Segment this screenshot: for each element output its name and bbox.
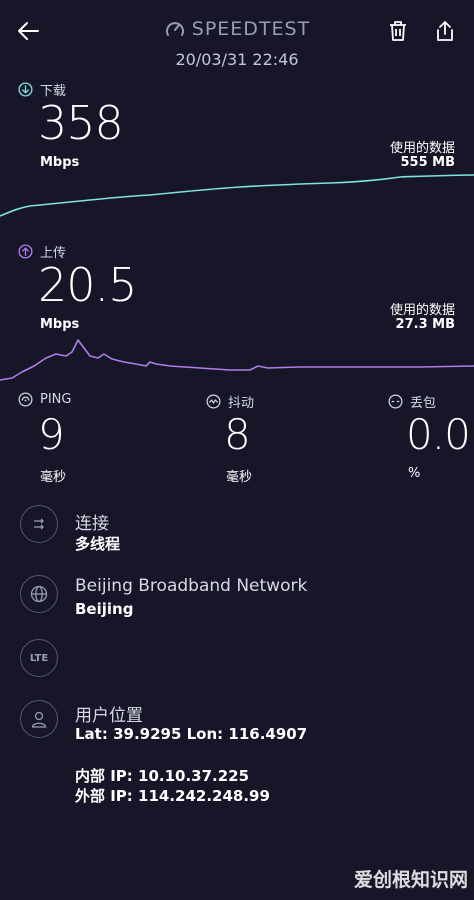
user-icon: [31, 711, 47, 728]
upload-graph: [0, 339, 474, 381]
provider-location: Beijing: [75, 600, 134, 618]
trash-icon: [390, 21, 406, 41]
ping-label: PING: [40, 392, 72, 407]
ping-value: 9: [38, 410, 65, 459]
connection-icon-circle: [20, 505, 58, 543]
share-icon: [437, 21, 453, 41]
ping-icon: [18, 392, 33, 407]
connection-label: 连接: [75, 514, 109, 534]
download-arrow-icon: [18, 82, 33, 97]
connection-value: 多线程: [75, 535, 121, 553]
multi-thread-icon: [34, 518, 44, 530]
watermark-text: 爱创根知识网: [353, 869, 468, 891]
network-type-circle: LTE: [20, 639, 58, 677]
jitter-unit: 毫秒: [226, 470, 253, 485]
jitter-label-row: 抖动: [206, 392, 254, 411]
loss-label-row: 丢包: [388, 392, 436, 411]
user-coordinates: Lat: 39.9295 Lon: 116.4907: [75, 725, 308, 743]
user-location-icon-circle: [20, 700, 58, 738]
upload-data-used: 27.3 MB: [395, 317, 455, 332]
internal-ip: 内部 IP: 10.10.37.225: [75, 767, 250, 785]
ping-unit: 毫秒: [40, 470, 67, 485]
download-graph: [0, 174, 474, 217]
jitter-label: 抖动: [228, 396, 255, 411]
download-value: 358: [38, 96, 124, 150]
packet-loss-icon: [388, 394, 403, 409]
upload-unit: Mbps: [40, 317, 80, 332]
upload-arrow-icon: [18, 244, 33, 259]
share-button[interactable]: [431, 16, 459, 46]
ping-label-row: PING: [18, 392, 71, 407]
jitter-icon: [206, 394, 221, 409]
upload-value: 20.5: [38, 258, 137, 312]
speedometer-icon: [165, 22, 184, 36]
provider-icon-circle: [20, 575, 58, 613]
user-location-label: 用户位置: [75, 706, 143, 726]
loss-unit: %: [408, 466, 421, 481]
jitter-value: 8: [224, 410, 251, 459]
network-type: LTE: [29, 652, 49, 664]
loss-label: 丢包: [410, 396, 437, 411]
download-data-used-label: 使用的数据: [389, 141, 455, 156]
watermark: 爱创根知识网: [354, 865, 468, 892]
app-title-text: SPEEDTEST: [191, 18, 311, 40]
globe-icon: [30, 585, 48, 603]
delete-button[interactable]: [384, 16, 412, 46]
upload-data-used-label: 使用的数据: [389, 303, 455, 318]
test-datetime: 20/03/31 22:46: [175, 50, 299, 69]
provider-name: Beijing Broadband Network: [75, 576, 308, 596]
external-ip: 外部 IP: 114.242.248.99: [75, 787, 270, 805]
loss-value: 0.0: [406, 410, 471, 459]
